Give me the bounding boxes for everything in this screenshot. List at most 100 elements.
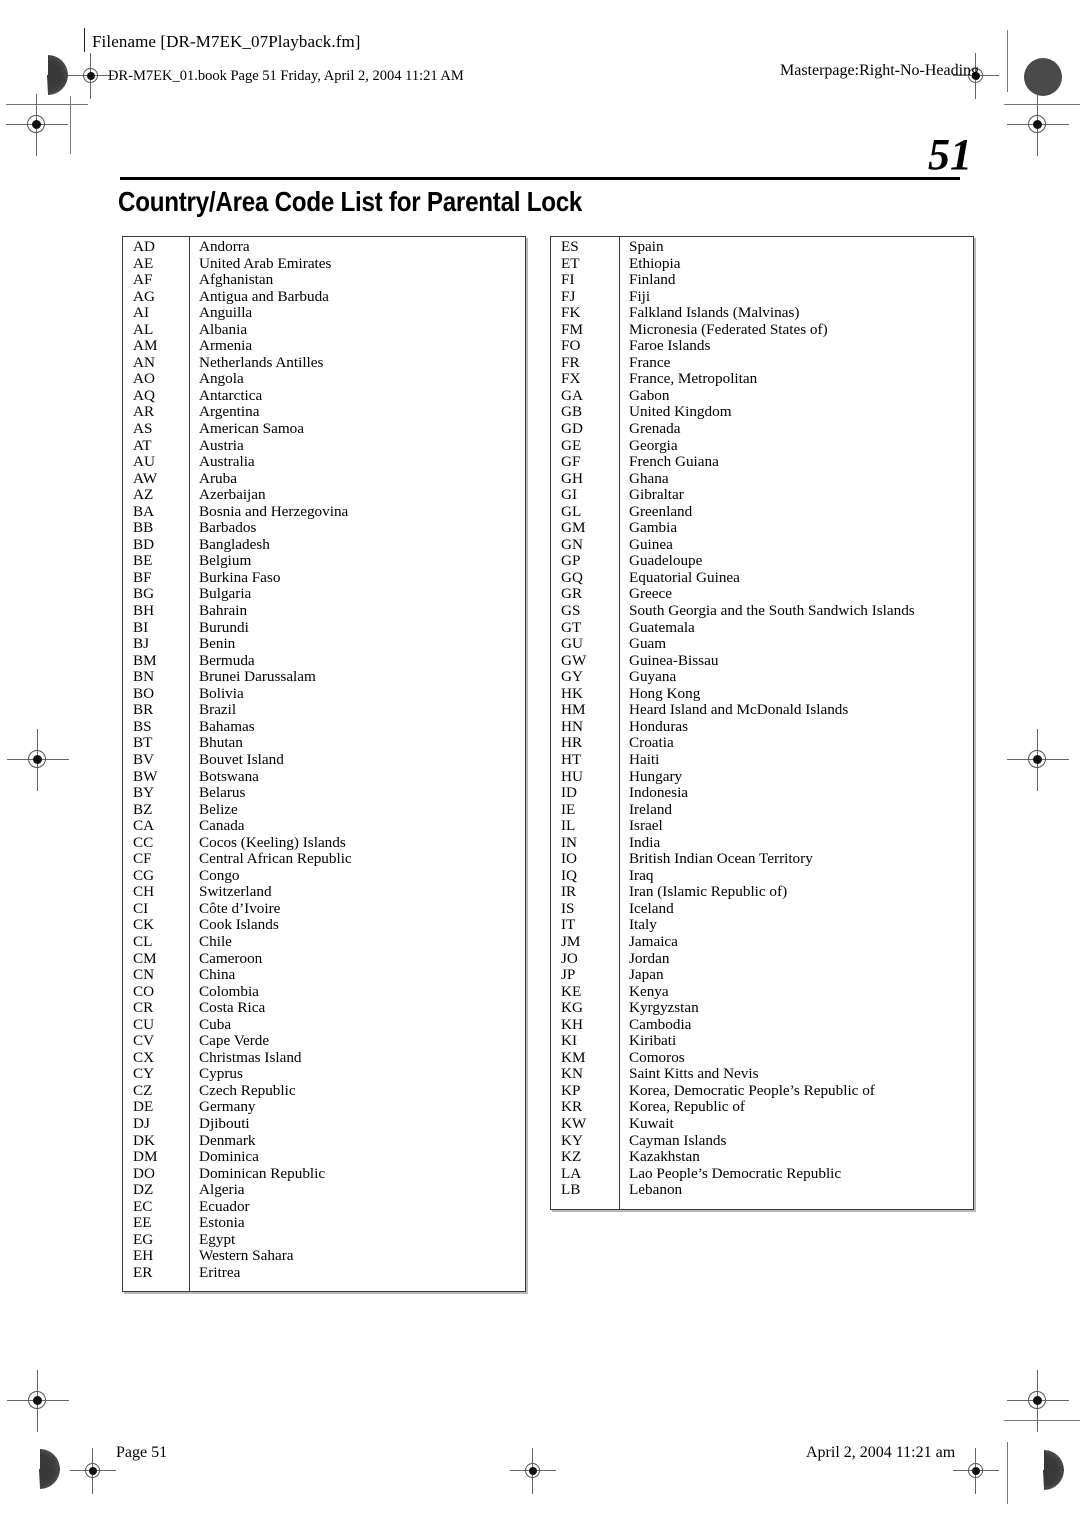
country-code: BG [133,585,155,603]
table-row: AE United Arab Emirates [123,255,525,273]
table-row: KY Cayman Islands [551,1132,973,1150]
country-name: Ghana [629,469,669,487]
country-name: Greenland [629,502,693,520]
country-name: Brazil [199,701,237,719]
country-code: IN [561,833,578,851]
country-name: China [199,966,236,984]
table-row: KP Korea, Democratic People’s Republic of [551,1081,973,1100]
country-code: ES [561,238,579,255]
table-row: AQ Antarctica [123,386,525,405]
country-name: Gabon [629,386,670,404]
table-row: CV Cape Verde [123,1033,525,1050]
country-name: Iceland [629,899,674,917]
table-row: GS South Georgia and the South Sandwich I… [551,602,973,620]
country-code: DO [133,1164,155,1182]
country-name: British Indian Ocean Territory [629,850,813,868]
table-row: KN Saint Kitts and Nevis [551,1066,973,1083]
table-row: BN Brunei Darussalam [123,669,525,686]
country-code: BO [133,684,155,702]
country-code: GE [561,436,582,454]
table-row: BS Bahamas [123,718,525,736]
table-row: JM Jamaica [551,932,973,951]
table-row: GQ Equatorial Guinea [551,568,973,587]
country-name: Denmark [199,1131,256,1149]
country-name: Bhutan [199,734,243,752]
country-name: Barbados [199,519,257,537]
country-name: Kenya [629,982,669,1000]
table-row: BI Burundi [123,619,525,637]
country-name: Haiti [629,750,660,768]
table-row: AD Andorra [123,238,525,256]
country-code: ID [561,784,578,802]
country-name: Lebanon [629,1181,683,1199]
document-page: Filename [DR-M7EK_07Playback.fm] DR-M7EK… [0,0,1080,1528]
country-code: IL [561,817,576,835]
trim-rule-bottom-right [1007,1442,1009,1504]
table-row: CN China [123,967,525,984]
country-code: CC [133,833,154,851]
table-row: AW Aruba [123,470,525,488]
country-code: AU [133,453,155,471]
table-row: EG Egypt [123,1231,525,1249]
table-row: DO Dominican Republic [123,1164,525,1183]
country-name: France [629,353,671,371]
country-name: Azerbaijan [199,486,266,504]
country-code: CO [133,982,155,1000]
table-row: KE Kenya [551,982,973,1001]
country-code: DJ [133,1114,150,1132]
country-name: Korea, Democratic People’s Republic of [629,1081,875,1099]
country-code: HU [561,767,583,785]
table-row: EC Ecuador [123,1198,525,1216]
registration-mark-left-middle [7,729,69,791]
table-row: IQ Iraq [551,867,973,885]
country-code: KH [561,1015,583,1033]
country-name: Georgia [629,436,678,454]
table-row: FK Falkland Islands (Malvinas) [551,305,973,322]
country-code: GY [561,668,583,686]
table-row: CY Cyprus [123,1066,525,1083]
trim-rule-top-right [1007,30,1009,92]
country-code: AO [133,370,155,388]
table-row: IR Iran (Islamic Republic of) [551,884,973,901]
country-code: CA [133,817,155,835]
density-burst-mark-bottom-left [20,1449,60,1489]
table-row: DK Denmark [123,1131,525,1150]
table-row: KR Korea, Republic of [551,1099,973,1116]
country-code: CI [133,899,149,917]
table-row: BR Brazil [123,702,525,719]
country-code: AG [133,287,155,305]
country-name: Jordan [629,949,670,967]
page-number: 51 [928,130,972,179]
table-rows-right: ES Spain ET Ethiopia FI Finland FJ Fiji FK Falkla… [551,238,973,1199]
trim-rule-upper-right [1004,104,1080,106]
country-code: ET [561,254,580,272]
country-name: Cocos (Keeling) Islands [199,833,346,851]
country-name: Jamaica [629,932,678,950]
country-name: Hong Kong [629,684,701,702]
table-row: BY Belarus [123,784,525,802]
country-name: Equatorial Guinea [629,568,740,586]
country-name: Eritrea [199,1263,241,1281]
country-code: FX [561,370,581,388]
table-row: CO Colombia [123,982,525,1001]
country-name: Heard Island and McDonald Islands [629,701,849,719]
country-code: KN [561,1065,583,1083]
country-code: FR [561,353,580,371]
country-name: Spain [629,238,664,255]
country-name: Kyrgyzstan [629,999,699,1017]
table-row: EE Estonia [123,1215,525,1232]
table-row: FO Faroe Islands [551,338,973,355]
country-code: CG [133,866,155,884]
country-name: Guam [629,635,667,653]
country-name: Italy [629,916,657,934]
country-name: Ethiopia [629,254,681,272]
book-source-line: DR-M7EK_01.book Page 51 Friday, April 2,… [108,68,464,84]
country-code: GT [561,618,582,636]
country-code: IR [561,883,577,901]
country-code: BD [133,535,155,553]
country-name: Antarctica [199,386,263,404]
country-name: Benin [199,635,236,653]
country-name: Algeria [199,1181,245,1199]
table-row: BF Burkina Faso [123,569,525,587]
country-code: FI [561,271,575,289]
